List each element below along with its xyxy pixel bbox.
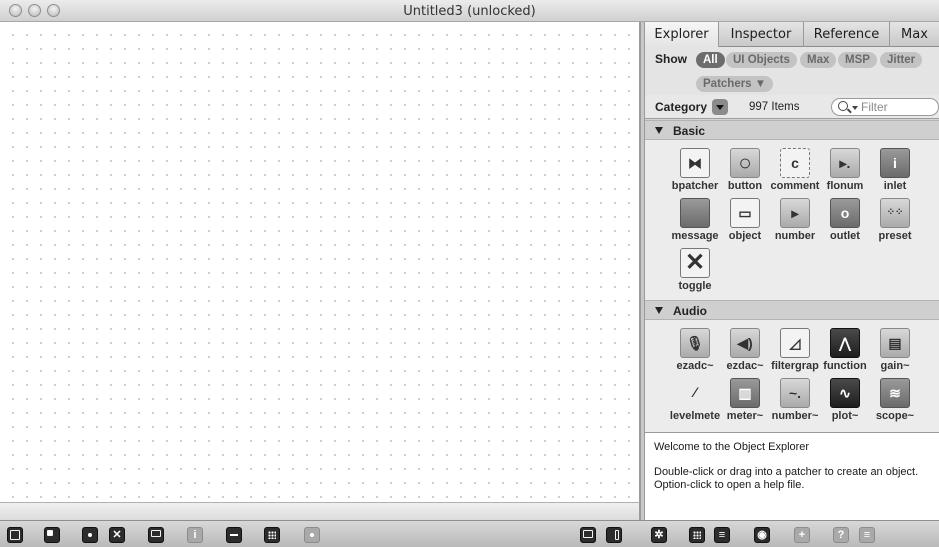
object-preset[interactable]: ⁘⁘ preset: [869, 196, 921, 244]
object-gain[interactable]: ▤ gain~: [869, 326, 921, 374]
gain-icon: ▤: [880, 328, 910, 358]
new-patcher-icon[interactable]: [44, 527, 60, 543]
message-icon: [680, 198, 710, 228]
section-title: Basic: [673, 124, 706, 138]
filter-search-box[interactable]: [831, 98, 939, 116]
filter-input[interactable]: [861, 100, 936, 114]
function-icon: ⋀: [830, 328, 860, 358]
category-label: Category: [655, 100, 708, 114]
object-ezdac[interactable]: ◀) ezdac~: [719, 326, 771, 374]
tab-inspector[interactable]: Inspector: [719, 22, 804, 47]
filter-patchers[interactable]: Patchers ▼: [696, 76, 774, 92]
info-line-2: Option-click to open a help file.: [654, 479, 805, 491]
panel-tabs: Explorer Inspector Reference Max: [645, 22, 939, 47]
object-comment[interactable]: c comment: [769, 146, 821, 194]
object-toggle[interactable]: ✕ toggle: [669, 246, 721, 294]
plot-icon: ∿: [830, 378, 860, 408]
object-list[interactable]: Basic ⧓ bpatcher ○ button c comment ▸. f…: [645, 120, 939, 432]
split-pane-icon[interactable]: [606, 527, 622, 543]
show-label: Show: [655, 52, 687, 66]
number-tilde-icon: ~.: [780, 378, 810, 408]
filter-jitter[interactable]: Jitter: [880, 52, 923, 68]
single-pane-icon[interactable]: [580, 527, 596, 543]
bpatcher-icon: ⧓: [680, 148, 710, 178]
filter-max[interactable]: Max: [800, 52, 837, 68]
menu-icon[interactable]: ≡: [859, 527, 875, 543]
grid-icon[interactable]: [264, 527, 280, 543]
tab-max[interactable]: Max: [890, 22, 939, 47]
eye-icon[interactable]: ◉: [754, 527, 770, 543]
object-ezadc[interactable]: 🎙 ezadc~: [669, 326, 721, 374]
bottom-toolbar: ✕ i ✲ ≡ ◉ + ? ≡: [0, 520, 939, 547]
filter-all[interactable]: All: [696, 52, 725, 68]
category-row: Category 997 Items: [645, 95, 939, 119]
category-dropdown-button[interactable]: [712, 99, 728, 115]
object-bpatcher[interactable]: ⧓ bpatcher: [669, 146, 721, 194]
object-levelmeter[interactable]: ⁄ levelmete: [669, 376, 721, 424]
chevron-down-icon[interactable]: [852, 106, 858, 110]
object-meter[interactable]: ▥ meter~: [719, 376, 771, 424]
microphone-icon: 🎙: [680, 328, 710, 358]
tab-reference[interactable]: Reference: [804, 22, 890, 47]
comment-icon: c: [780, 148, 810, 178]
object-inlet[interactable]: i inlet: [869, 146, 921, 194]
object-object[interactable]: ▭ object: [719, 196, 771, 244]
meter-icon: ▥: [730, 378, 760, 408]
section-header-basic[interactable]: Basic: [645, 120, 939, 140]
flonum-icon: ▸.: [830, 148, 860, 178]
object-box-icon[interactable]: ✕: [109, 527, 125, 543]
filter-msp[interactable]: MSP: [838, 52, 877, 68]
search-icon: [838, 101, 848, 111]
snap-icon[interactable]: [304, 527, 320, 543]
object-message[interactable]: message: [669, 196, 721, 244]
toggle-icon: ✕: [680, 248, 710, 278]
gear-icon[interactable]: ✲: [651, 527, 667, 543]
horizontal-scrollbar[interactable]: [0, 502, 640, 520]
object-function[interactable]: ⋀ function: [819, 326, 871, 374]
new-object-icon[interactable]: [7, 527, 23, 543]
tab-explorer[interactable]: Explorer: [645, 22, 719, 47]
object-scope[interactable]: ≋ scope~: [869, 376, 921, 424]
disclosure-triangle-icon[interactable]: [655, 307, 663, 314]
levelmeter-icon: ⁄: [693, 384, 697, 400]
inlet-icon: i: [880, 148, 910, 178]
object-filtergraph[interactable]: ◿ filtergrap: [769, 326, 821, 374]
outlet-icon: o: [830, 198, 860, 228]
list-view-icon[interactable]: ≡: [714, 527, 730, 543]
palette-icon[interactable]: [82, 527, 98, 543]
speaker-icon: ◀): [730, 328, 760, 358]
object-button[interactable]: ○ button: [719, 146, 771, 194]
object-number-tilde[interactable]: ~. number~: [769, 376, 821, 424]
object-number[interactable]: ▸ number: [769, 196, 821, 244]
grid-view-icon[interactable]: [689, 527, 705, 543]
filtergraph-icon: ◿: [780, 328, 810, 358]
window-title: Untitled3 (unlocked): [403, 4, 536, 19]
info-line-1: Double-click or drag into a patcher to c…: [654, 466, 919, 478]
title-bar: Untitled3 (unlocked): [0, 0, 939, 22]
help-icon[interactable]: ?: [833, 527, 849, 543]
patcher-canvas[interactable]: [0, 22, 640, 502]
inspector-icon[interactable]: i: [187, 527, 203, 543]
button-icon: ○: [730, 148, 760, 178]
object-flonum[interactable]: ▸. flonum: [819, 146, 871, 194]
object-plot[interactable]: ∿ plot~: [819, 376, 871, 424]
presentation-icon[interactable]: [148, 527, 164, 543]
filter-ui-objects[interactable]: UI Objects: [726, 52, 797, 68]
info-heading: Welcome to the Object Explorer: [654, 441, 810, 453]
object-explorer-panel: Explorer Inspector Reference Max Show Al…: [645, 22, 939, 520]
connect-icon[interactable]: [226, 527, 242, 543]
item-count: 997 Items: [749, 101, 800, 113]
add-icon[interactable]: +: [794, 527, 810, 543]
explorer-info-pane: Welcome to the Object Explorer Double-cl…: [645, 432, 939, 520]
preset-icon: ⁘⁘: [880, 198, 910, 228]
scope-icon: ≋: [880, 378, 910, 408]
object-box-icon: ▭: [730, 198, 760, 228]
disclosure-triangle-icon[interactable]: [655, 127, 663, 134]
section-header-audio[interactable]: Audio: [645, 300, 939, 320]
number-icon: ▸: [780, 198, 810, 228]
object-outlet[interactable]: o outlet: [819, 196, 871, 244]
section-title: Audio: [673, 304, 707, 318]
